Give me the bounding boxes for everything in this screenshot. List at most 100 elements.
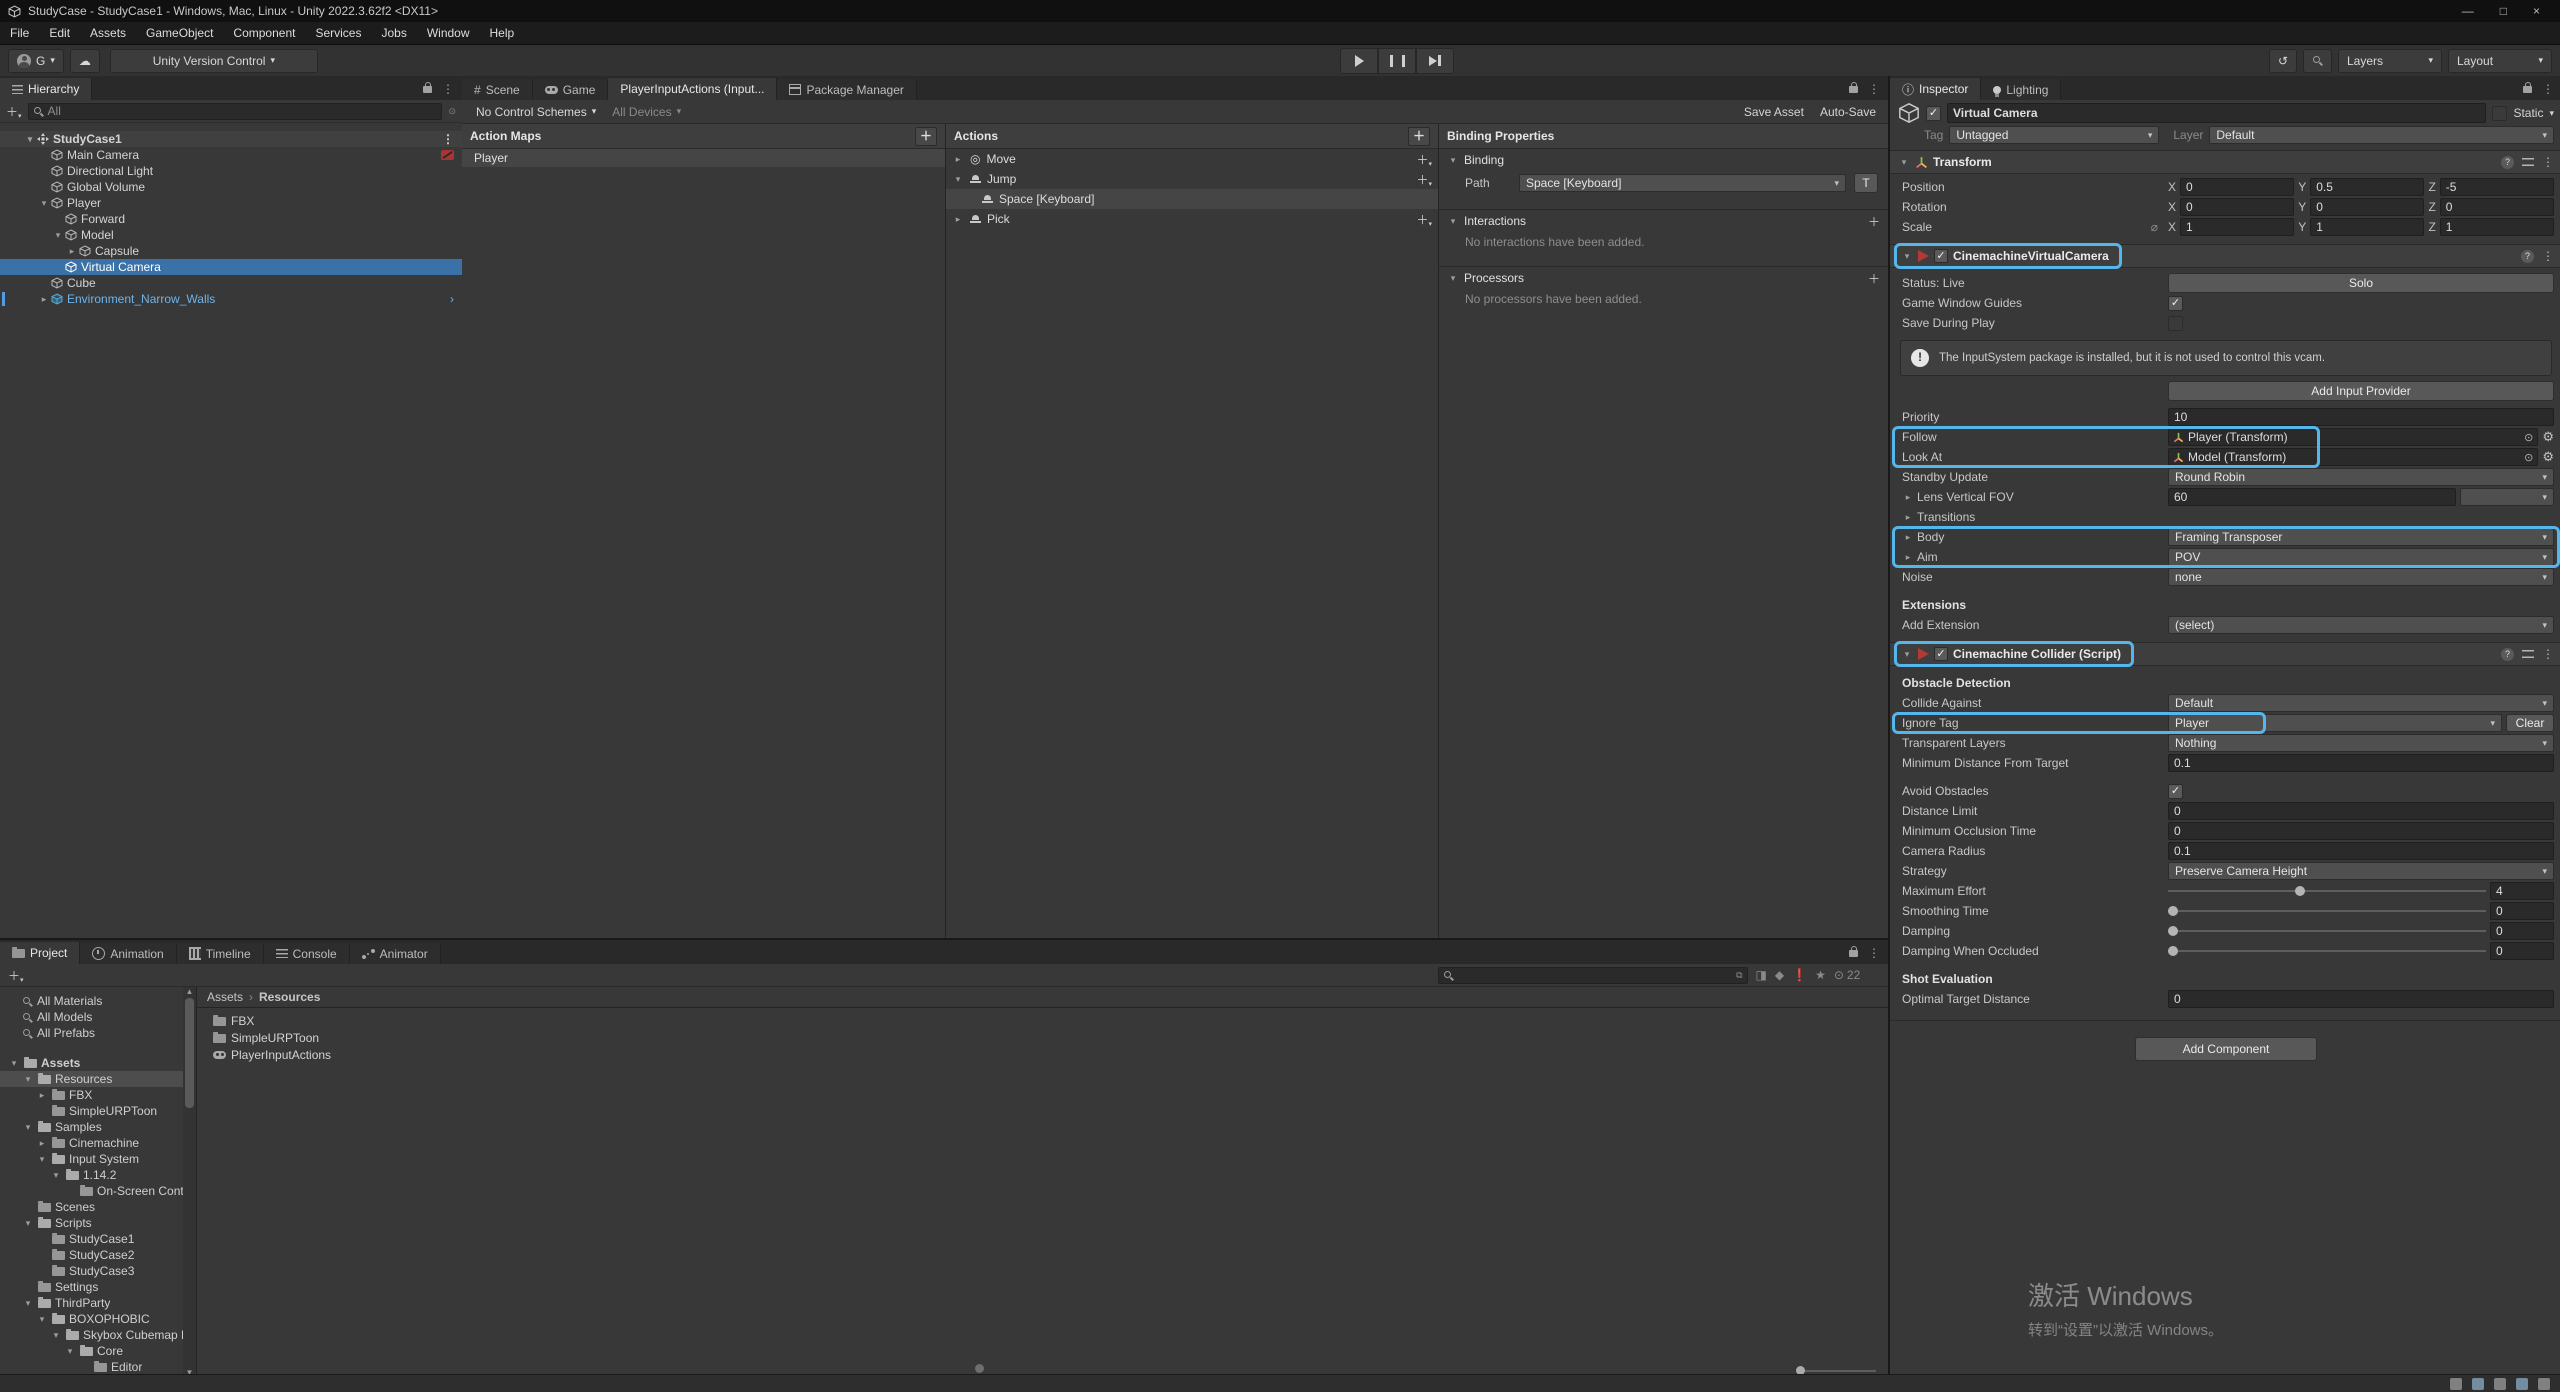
- add-binding-button[interactable]: ＋▾: [1416, 151, 1432, 168]
- damping-occluded-field[interactable]: 0: [2490, 942, 2554, 960]
- expand-arrow[interactable]: ▸: [1902, 532, 1914, 543]
- help-icon[interactable]: ?: [2501, 648, 2514, 661]
- lens-fov-field[interactable]: 60: [2168, 488, 2456, 506]
- camera-radius-field[interactable]: 0.1: [2168, 842, 2554, 860]
- cinemachine-collider-header[interactable]: ▾ ✓ Cinemachine Collider (Script) ? ⋮: [1890, 642, 2560, 666]
- menu-component[interactable]: Component: [223, 22, 305, 44]
- tray-icon-1[interactable]: [2450, 1378, 2462, 1390]
- tree-item-studycase1[interactable]: StudyCase1: [0, 1231, 196, 1247]
- add-binding-button[interactable]: ＋▾: [1416, 211, 1432, 228]
- kebab-menu-icon[interactable]: ⋮: [442, 132, 462, 146]
- tab-package-manager[interactable]: Package Manager: [777, 79, 916, 100]
- expand-arrow[interactable]: ▸: [36, 1090, 48, 1101]
- kebab-menu-icon[interactable]: ⋮: [1868, 82, 1880, 96]
- menu-help[interactable]: Help: [480, 22, 525, 44]
- menu-window[interactable]: Window: [417, 22, 480, 44]
- expand-arrow[interactable]: ▸: [1902, 492, 1914, 503]
- tray-icon-3[interactable]: [2494, 1378, 2506, 1390]
- rotation-x-field[interactable]: 0: [2180, 198, 2294, 216]
- cloud-button[interactable]: ☁: [70, 49, 100, 73]
- expand-arrow[interactable]: ▸: [952, 214, 964, 225]
- favorite-all-prefabs[interactable]: All Prefabs: [0, 1025, 196, 1041]
- gear-icon[interactable]: ⚙: [2542, 449, 2554, 465]
- add-action-button[interactable]: ＋: [1408, 127, 1430, 146]
- hierarchy-item-main-camera[interactable]: Main Camera: [0, 147, 462, 163]
- standby-update-dropdown[interactable]: Round Robin▾: [2168, 468, 2554, 486]
- action-move[interactable]: ▸ ◎ Move ＋▾: [946, 149, 1438, 169]
- layer-dropdown[interactable]: Default▾: [2209, 126, 2554, 144]
- expand-arrow[interactable]: ▸: [952, 154, 964, 165]
- presets-icon[interactable]: [2522, 158, 2534, 166]
- scale-link-icon[interactable]: ⌀: [2151, 220, 2164, 234]
- menu-edit[interactable]: Edit: [39, 22, 80, 44]
- tree-item-thirdparty[interactable]: ▾ThirdParty: [0, 1295, 196, 1311]
- clear-button[interactable]: Clear: [2506, 714, 2554, 732]
- rotation-y-field[interactable]: 0: [2310, 198, 2424, 216]
- tab-animator[interactable]: Animator: [350, 943, 441, 964]
- component-enabled-checkbox[interactable]: ✓: [1934, 249, 1948, 263]
- favorite-all-models[interactable]: All Models: [0, 1009, 196, 1025]
- add-interaction-button[interactable]: ＋: [1868, 213, 1880, 230]
- search-by-label-icon[interactable]: ◆: [1775, 968, 1784, 982]
- tray-icon-4[interactable]: [2516, 1378, 2528, 1390]
- tree-item-fbx[interactable]: ▸FBX: [0, 1087, 196, 1103]
- distance-limit-field[interactable]: 0: [2168, 802, 2554, 820]
- tag-dropdown[interactable]: Untagged▾: [1949, 126, 2159, 144]
- control-schemes-dropdown[interactable]: No Control Schemes▾: [470, 100, 602, 123]
- favorite-all-materials[interactable]: All Materials: [0, 993, 196, 1009]
- static-checkbox[interactable]: [2492, 106, 2507, 121]
- expand-arrow[interactable]: ▾: [38, 198, 50, 209]
- expand-arrow[interactable]: ▸: [66, 246, 78, 257]
- kebab-menu-icon[interactable]: ⋮: [2542, 647, 2554, 661]
- lock-icon[interactable]: [1849, 950, 1858, 957]
- search-by-type-icon[interactable]: ◨: [1756, 968, 1767, 982]
- rotation-z-field[interactable]: 0: [2440, 198, 2554, 216]
- lens-preset-dropdown[interactable]: ▾: [2460, 488, 2554, 506]
- expand-arrow[interactable]: ▾: [36, 1154, 48, 1165]
- expand-arrow[interactable]: ▾: [22, 1074, 34, 1085]
- path-dropdown[interactable]: Space [Keyboard]▾: [1519, 174, 1846, 192]
- path-text-mode-button[interactable]: T: [1854, 173, 1878, 193]
- tab-animation[interactable]: Animation: [80, 943, 176, 964]
- menu-gameobject[interactable]: GameObject: [136, 22, 223, 44]
- expand-arrow[interactable]: ▾: [952, 174, 964, 185]
- strategy-dropdown[interactable]: Preserve Camera Height▾: [2168, 862, 2554, 880]
- gameobject-name-field[interactable]: Virtual Camera: [1947, 103, 2486, 123]
- min-occlusion-field[interactable]: 0: [2168, 822, 2554, 840]
- favorites-star-icon[interactable]: ★: [1815, 968, 1826, 982]
- damping-slider[interactable]: [2168, 923, 2486, 939]
- ignore-tag-dropdown[interactable]: Player▾: [2168, 714, 2502, 732]
- tree-item-skybox-cubemap[interactable]: ▾Skybox Cubemap Ext: [0, 1327, 196, 1343]
- expand-arrow[interactable]: ▾: [1898, 157, 1910, 168]
- layers-dropdown[interactable]: Layers▾: [2338, 49, 2442, 73]
- tab-game[interactable]: Game: [533, 79, 609, 100]
- close-button[interactable]: ×: [2533, 4, 2540, 18]
- tree-item-studycase3[interactable]: StudyCase3: [0, 1263, 196, 1279]
- devices-dropdown[interactable]: All Devices▾: [606, 100, 687, 123]
- menu-assets[interactable]: Assets: [80, 22, 136, 44]
- guides-checkbox[interactable]: ✓: [2168, 296, 2183, 311]
- layout-dropdown[interactable]: Layout▾: [2448, 49, 2552, 73]
- tab-scene[interactable]: # Scene: [462, 79, 533, 100]
- expand-arrow[interactable]: ▾: [64, 1346, 76, 1357]
- tab-player-input-actions[interactable]: PlayerInputActions (Input...: [608, 78, 777, 100]
- menu-services[interactable]: Services: [305, 22, 371, 44]
- hierarchy-search-input[interactable]: All: [28, 103, 443, 120]
- minimize-button[interactable]: —: [2462, 4, 2474, 18]
- expand-arrow[interactable]: ▾: [22, 1218, 34, 1229]
- maximum-effort-slider[interactable]: [2168, 883, 2486, 899]
- horizontal-scroll-knob[interactable]: [975, 1364, 984, 1373]
- hidden-count-toggle[interactable]: ⊙ 22: [1834, 968, 1860, 982]
- create-asset-button[interactable]: ＋▾: [8, 967, 24, 984]
- version-control-dropdown[interactable]: Unity Version Control ▾: [110, 49, 318, 73]
- action-map-player[interactable]: Player: [462, 149, 945, 167]
- maximum-effort-field[interactable]: 4: [2490, 882, 2554, 900]
- transform-header[interactable]: ▾ Transform ? ⋮: [1890, 150, 2560, 174]
- expand-arrow[interactable]: ▾: [52, 230, 64, 241]
- object-picker-icon[interactable]: ⊙: [2524, 431, 2533, 444]
- undo-history-button[interactable]: ↺: [2269, 49, 2297, 73]
- expand-arrow[interactable]: ▸: [1902, 552, 1914, 563]
- hierarchy-item-forward[interactable]: Forward: [0, 211, 462, 227]
- damping-occluded-slider[interactable]: [2168, 943, 2486, 959]
- tab-hierarchy[interactable]: Hierarchy: [0, 78, 92, 100]
